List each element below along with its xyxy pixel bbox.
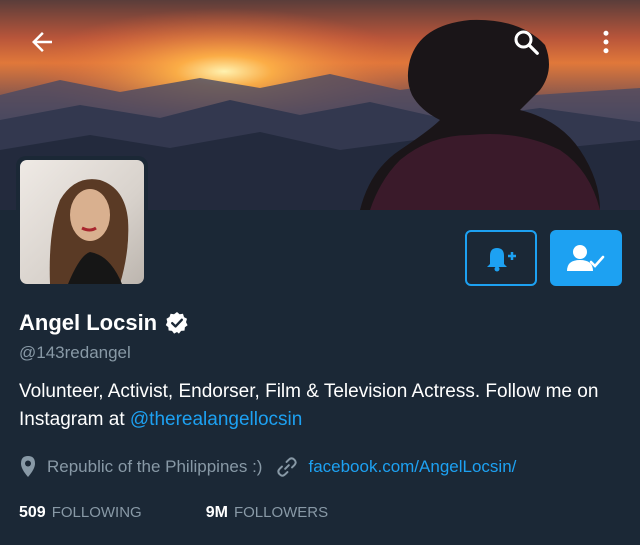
following-count: 509 xyxy=(19,504,46,521)
search-button[interactable] xyxy=(506,22,546,62)
link-icon xyxy=(277,457,298,477)
user-check-icon xyxy=(567,245,605,271)
search-icon xyxy=(514,30,539,55)
profile-avatar[interactable] xyxy=(16,156,148,288)
following-stat[interactable]: 509 FOLLOWING xyxy=(19,504,142,522)
bio-mention-link[interactable]: @therealangellocsin xyxy=(130,409,302,430)
followers-count: 9M xyxy=(205,504,228,521)
location-pin-icon xyxy=(21,456,35,477)
notifications-button[interactable] xyxy=(465,230,537,286)
following-label: FOLLOWING xyxy=(51,504,142,521)
profile-bio: Volunteer, Activist, Endorser, Film & Te… xyxy=(19,378,619,434)
verified-badge-icon xyxy=(165,312,188,334)
more-options-button[interactable] xyxy=(586,22,626,62)
followers-stat[interactable]: 9M FOLLOWERS xyxy=(206,504,328,522)
bio-text: Volunteer, Activist, Endorser, Film & Te… xyxy=(19,381,599,430)
profile-location: Republic of the Philippines :) xyxy=(47,457,263,476)
more-vertical-icon xyxy=(603,30,609,54)
back-button[interactable] xyxy=(22,22,62,62)
profile-meta-row: Republic of the Philippines :) facebook.… xyxy=(19,455,516,479)
profile-name: Angel Locsin xyxy=(19,310,158,335)
following-button[interactable] xyxy=(550,230,622,286)
avatar-photo xyxy=(49,179,129,284)
arrow-left-icon xyxy=(32,32,52,52)
followers-label: FOLLOWERS xyxy=(233,504,329,521)
bell-plus-icon xyxy=(487,248,516,272)
profile-url-link[interactable]: facebook.com/AngelLocsin/ xyxy=(308,457,516,477)
avatar-image xyxy=(20,160,144,284)
profile-stats: 509 FOLLOWING 9M FOLLOWERS xyxy=(19,504,328,522)
profile-handle: @143redangel xyxy=(19,343,131,362)
profile-name-row: Angel Locsin xyxy=(19,310,189,336)
